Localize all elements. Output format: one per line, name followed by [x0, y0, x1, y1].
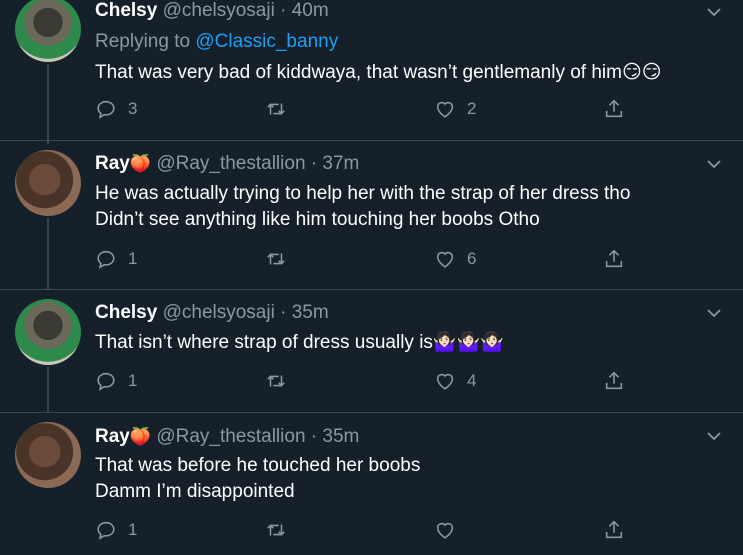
share-button[interactable] [603, 369, 625, 393]
tweet-header: Chelsy @chelsyosaji · 35m [95, 302, 329, 324]
display-name[interactable]: Chelsy [95, 0, 157, 21]
tweet-actions: 1 6 [95, 247, 735, 271]
avatar[interactable] [15, 150, 81, 216]
like-count: 4 [467, 371, 477, 390]
chevron-down-icon[interactable] [704, 2, 724, 22]
share-icon [605, 371, 623, 390]
retweet-button[interactable] [265, 97, 287, 121]
share-icon [605, 99, 623, 118]
user-handle[interactable]: @Ray_thestallion [156, 153, 305, 174]
reply-count: 1 [128, 249, 138, 268]
retweet-icon [267, 103, 285, 115]
display-name[interactable]: Ray [95, 426, 130, 447]
like-button[interactable]: 2 [434, 97, 476, 121]
tweet-header: Ray🍑 @Ray_thestallion · 35m [95, 426, 359, 448]
user-handle[interactable]: @Ray_thestallion [156, 426, 305, 447]
tweet-text: That was very bad of kiddwaya, that wasn… [95, 60, 662, 86]
reply-button[interactable]: 1 [95, 247, 137, 271]
avatar[interactable] [15, 299, 81, 365]
reply-count: 1 [128, 520, 138, 539]
avatar[interactable] [15, 422, 81, 488]
display-name[interactable]: Chelsy [95, 302, 157, 323]
timestamp[interactable]: · 37m [311, 153, 360, 174]
share-button[interactable] [603, 518, 625, 542]
reply-button[interactable]: 1 [95, 518, 137, 542]
tweet-text-line: That isn’t where strap of dress usually … [95, 332, 504, 353]
retweet-icon [267, 375, 285, 387]
thread-line [47, 218, 49, 290]
reply-icon [97, 372, 115, 391]
share-button[interactable] [603, 247, 625, 271]
replying-to-label: Replying to [95, 31, 191, 52]
chevron-down-icon[interactable] [704, 426, 724, 446]
user-handle[interactable]: @chelsyosaji [163, 0, 275, 21]
like-button[interactable] [434, 518, 467, 542]
tweet-actions: 3 2 [95, 97, 735, 121]
reply-icon [97, 250, 115, 269]
heart-icon [436, 522, 454, 539]
tweet-text: That was before he touched her boobs Dam… [95, 453, 420, 505]
reply-count: 1 [128, 371, 138, 390]
tweet-actions: 1 4 [95, 369, 735, 393]
tweet-header: Ray🍑 @Ray_thestallion · 37m [95, 153, 359, 175]
reply-button[interactable]: 3 [95, 97, 137, 121]
tweet-header: Chelsy @chelsyosaji · 40m [95, 0, 329, 22]
retweet-icon [267, 253, 285, 265]
retweet-button[interactable] [265, 518, 287, 542]
tweet-2[interactable]: Ray🍑 @Ray_thestallion · 37m He was actua… [0, 141, 743, 290]
tweet-3[interactable]: Chelsy @chelsyosaji · 35m That isn’t whe… [0, 290, 743, 413]
like-count: 2 [467, 99, 477, 118]
tweet-text-line: That was very bad of kiddwaya, that wasn… [95, 62, 662, 83]
retweet-icon [267, 524, 285, 536]
tweet-text-line: Damm I’m disappointed [95, 481, 295, 502]
timestamp[interactable]: · 35m [311, 426, 360, 447]
thread-line [47, 367, 49, 413]
tweet-text-line: He was actually trying to help her with … [95, 183, 631, 204]
share-icon [605, 249, 623, 268]
retweet-button[interactable] [265, 247, 287, 271]
tweet-1[interactable]: Chelsy @chelsyosaji · 40m Replying to @C… [0, 0, 743, 144]
tweet-text: That isn’t where strap of dress usually … [95, 330, 504, 356]
share-icon [605, 520, 623, 539]
reply-button[interactable]: 1 [95, 369, 137, 393]
reply-count: 3 [128, 99, 138, 118]
tweet-actions: 1 [95, 518, 735, 542]
tweet-4[interactable]: Ray🍑 @Ray_thestallion · 35m That was bef… [0, 413, 743, 555]
name-emoji: 🍑 [129, 427, 152, 446]
like-button[interactable]: 6 [434, 247, 476, 271]
user-handle[interactable]: @chelsyosaji [163, 302, 275, 323]
chevron-down-icon[interactable] [704, 303, 724, 323]
like-count: 6 [467, 249, 477, 268]
tweet-text-line: That was before he touched her boobs [95, 455, 421, 476]
tweet-text-line: Didn’t see anything like him touching he… [95, 209, 540, 230]
display-name[interactable]: Ray [95, 153, 130, 174]
reply-icon [97, 521, 115, 540]
replying-to: Replying to @Classic_banny [95, 31, 338, 53]
thread-line [47, 64, 49, 144]
tweet-text: He was actually trying to help her with … [95, 181, 630, 233]
timestamp[interactable]: · 35m [280, 302, 329, 323]
chevron-down-icon[interactable] [704, 154, 724, 174]
retweet-button[interactable] [265, 369, 287, 393]
like-button[interactable]: 4 [434, 369, 476, 393]
heart-icon [436, 251, 454, 268]
replying-to-link[interactable]: @Classic_banny [195, 31, 338, 52]
share-button[interactable] [603, 97, 625, 121]
avatar[interactable] [15, 0, 81, 62]
heart-icon [436, 101, 454, 118]
timestamp[interactable]: · 40m [280, 0, 329, 21]
reply-icon [97, 100, 115, 119]
heart-icon [436, 373, 454, 390]
name-emoji: 🍑 [129, 154, 152, 173]
